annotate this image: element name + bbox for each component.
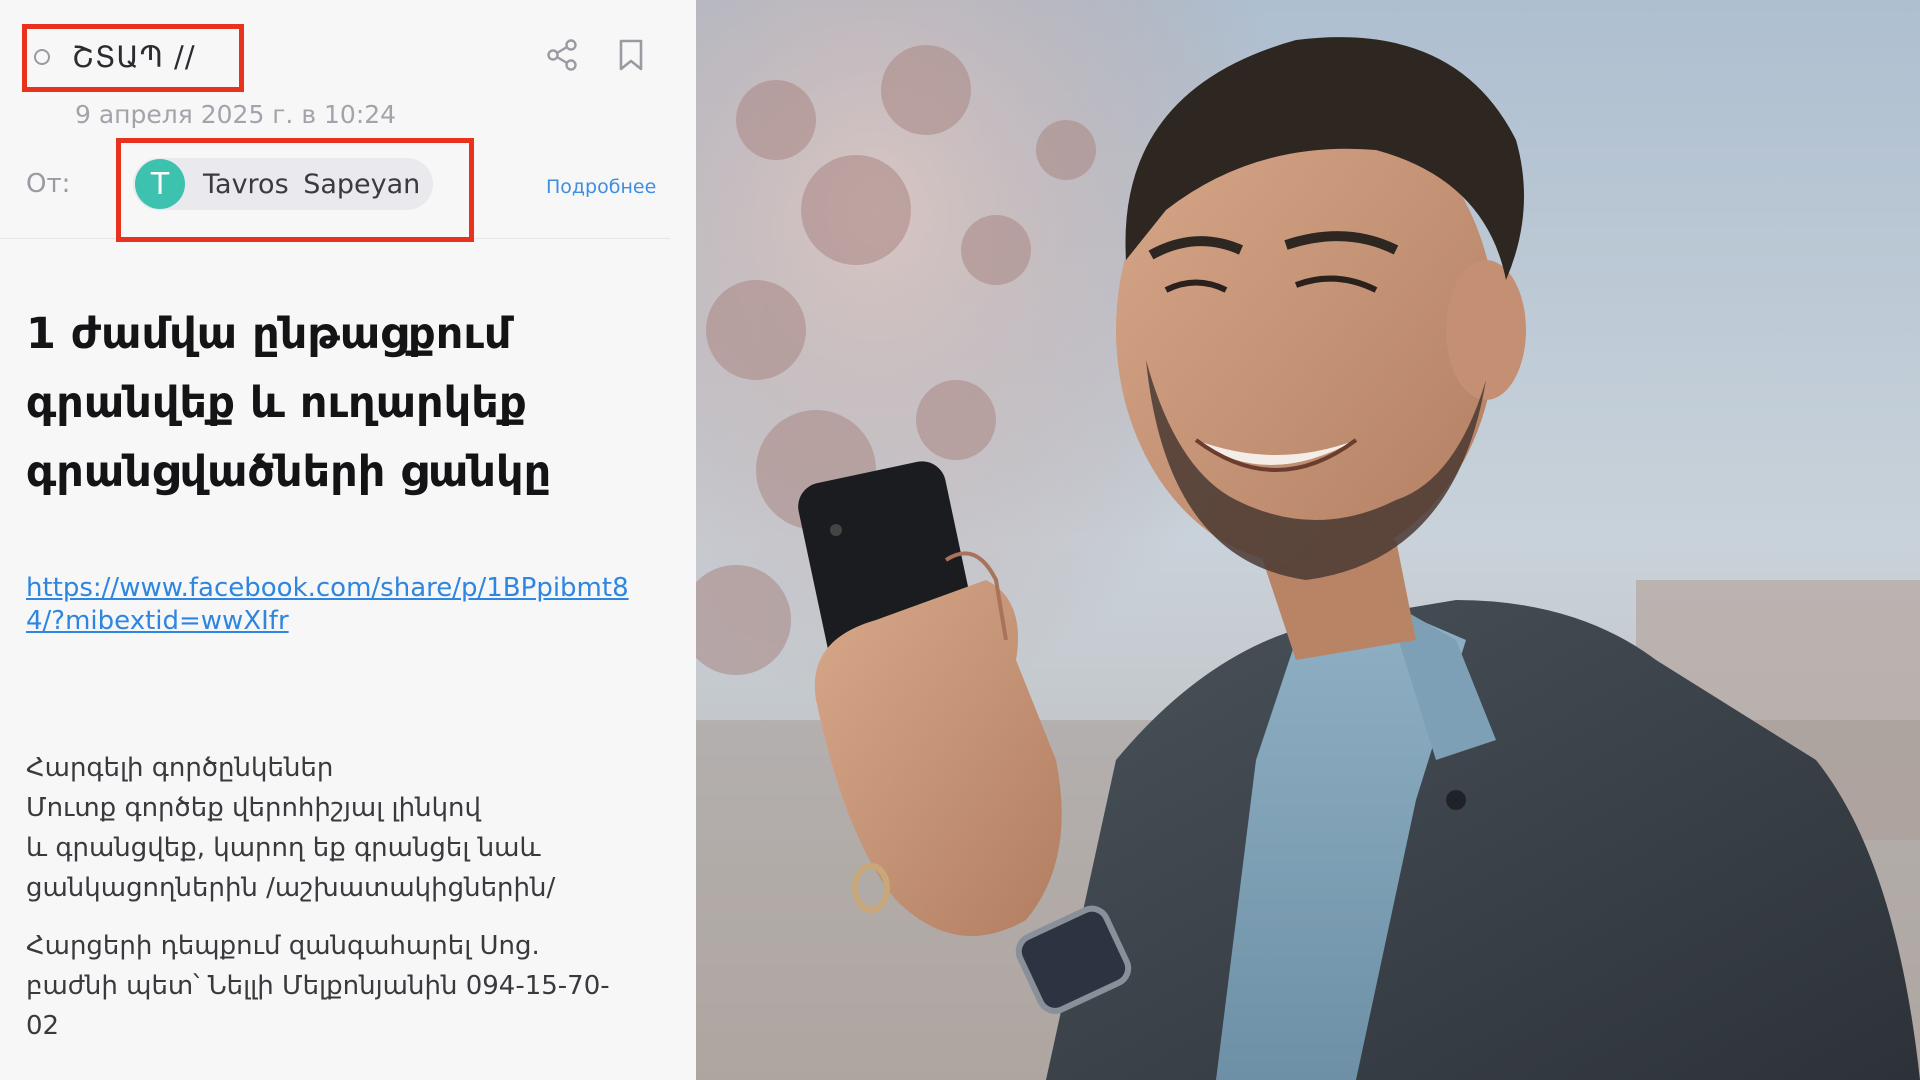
composite-image: ՇՏԱՊ // 9 апреля 2025 г. в 10:24 От: T T…: [0, 0, 1920, 1080]
email-headline: 1 ժամվա ընթացքում գրանվեք և ուղարկեք գրա…: [26, 309, 552, 497]
man-photo: [696, 0, 1920, 1080]
search-icon: [34, 49, 50, 65]
email-body: 1 ժամվա ընթացքում գրանվեք և ուղարկեք գրա…: [26, 300, 666, 1046]
from-label: От:: [26, 169, 71, 199]
sender-name: Tavros Sapeyan: [203, 168, 421, 200]
bookmark-icon[interactable]: [614, 38, 648, 72]
email-date: 9 апреля 2025 г. в 10:24: [75, 100, 397, 129]
share-icon[interactable]: [545, 38, 579, 72]
sender-chip[interactable]: T Tavros Sapeyan: [133, 158, 433, 210]
facebook-link[interactable]: https://www.facebook.com/share/p/1BPpibm…: [26, 572, 656, 638]
email-subject: ՇՏԱՊ //: [72, 40, 196, 74]
email-paragraph-1: Հարգելի գործընկեներ Մուտք գործեք վերոհիշ…: [26, 753, 556, 903]
email-header: ՇՏԱՊ // 9 апреля 2025 г. в 10:24 От: T T…: [0, 0, 670, 239]
sender-avatar: T: [135, 159, 185, 209]
email-screenshot: ՇՏԱՊ // 9 апреля 2025 г. в 10:24 От: T T…: [0, 0, 696, 1080]
photo-illustration: [696, 0, 1920, 1080]
subject-row: ՇՏԱՊ //: [26, 26, 196, 88]
details-link[interactable]: Подробнее: [546, 176, 656, 198]
email-paragraph-2: Հարցերի դեպքում զանգահարել Սոց. բաժնի պե…: [26, 931, 610, 1041]
